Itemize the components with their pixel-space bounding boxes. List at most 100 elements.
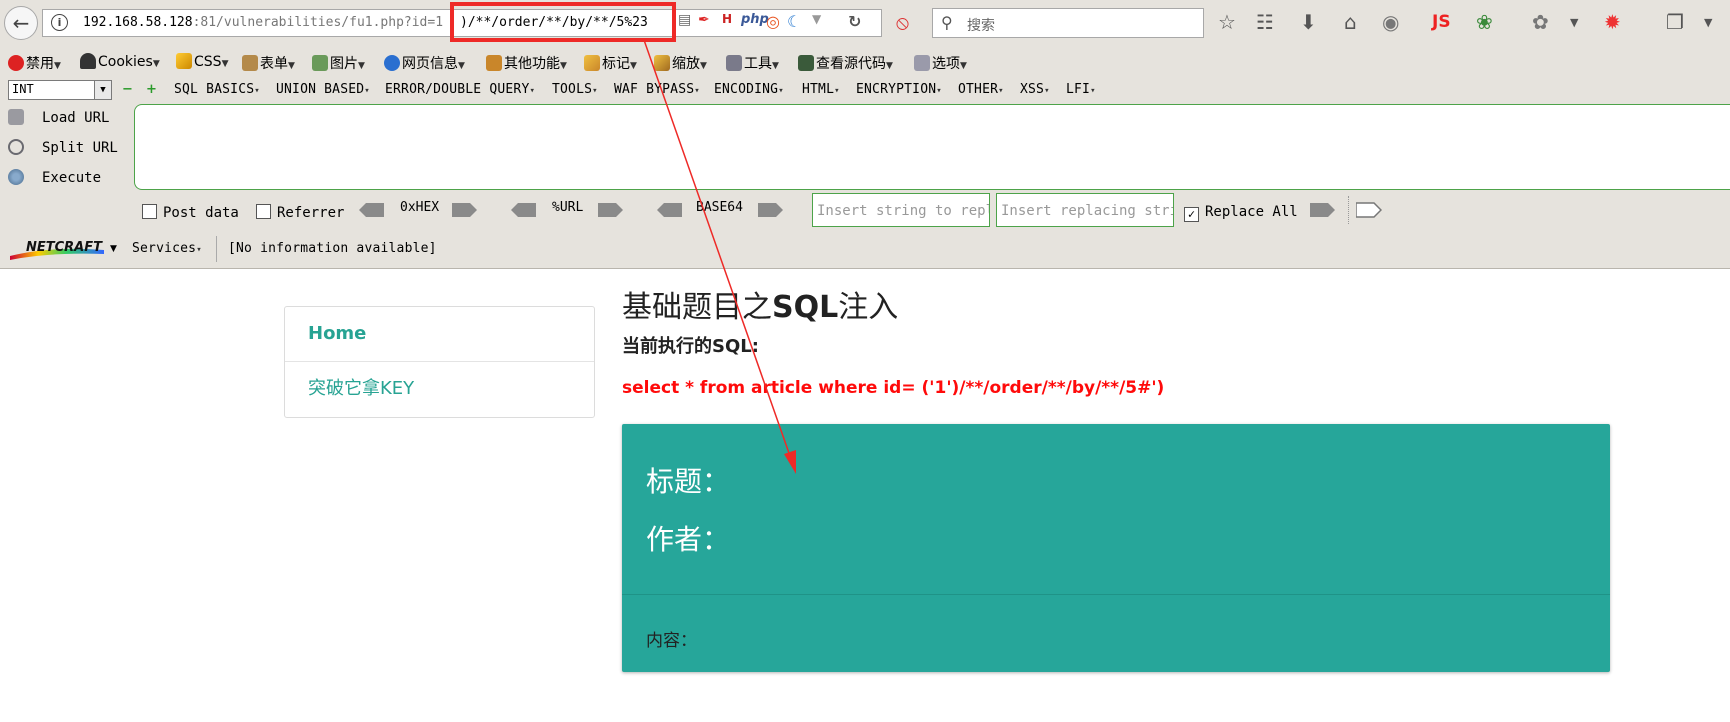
split-url-button[interactable]: Split URL <box>8 139 118 156</box>
card-divider <box>622 594 1610 595</box>
resize-icon <box>654 55 670 71</box>
view-source-icon <box>798 55 814 71</box>
highlight-box <box>450 2 676 42</box>
overflow-dropdown-icon[interactable]: ▼ <box>1704 16 1712 29</box>
caret-icon: ▼ <box>358 61 365 71</box>
decrease-icon[interactable]: − <box>122 82 133 97</box>
url-decode-arrow-icon[interactable] <box>510 202 536 218</box>
menu-error-double-query[interactable]: ERROR/DOUBLE QUERY▾ <box>385 82 535 97</box>
home-icon[interactable]: ⌂ <box>1344 10 1357 34</box>
post-data-label: Post data <box>163 205 239 221</box>
increase-icon[interactable]: + <box>146 82 157 97</box>
menu-tools[interactable]: 工具▼ <box>726 53 779 73</box>
menu-label: 标记 <box>602 56 630 72</box>
menu-waf-bypass[interactable]: WAF BYPASS▾ <box>614 82 700 97</box>
caret-icon: ▼ <box>560 61 567 71</box>
hackbar-icon[interactable]: H <box>722 12 732 26</box>
menu-sql-basics[interactable]: SQL BASICS▾ <box>174 82 260 97</box>
web-developer-toolbar: 禁用▼ Cookies▼ CSS▼ 表单▼ 图片▼ 网页信息▼ 其他功能▼ 标记… <box>0 50 1730 74</box>
search-box[interactable]: ⚲ 搜索 <box>932 8 1204 38</box>
moon-icon[interactable]: ☾ <box>787 12 801 31</box>
page-tools-icon[interactable]: ❐ <box>1666 10 1684 34</box>
netcraft-logo[interactable]: NETCRAFT <box>10 240 104 260</box>
menu-page-info[interactable]: 网页信息▼ <box>384 53 465 73</box>
forms-icon <box>242 55 258 71</box>
block-icon[interactable]: ⦸ <box>896 10 909 34</box>
palette-icon[interactable]: ✿ <box>1532 10 1549 34</box>
info-icon[interactable]: i <box>51 14 68 31</box>
pencil-icon <box>584 55 600 71</box>
menu-misc[interactable]: 其他功能▼ <box>486 53 567 73</box>
menu-forms[interactable]: 表单▼ <box>242 53 295 73</box>
menu-encryption[interactable]: ENCRYPTION▾ <box>856 82 942 97</box>
insert-replacing-input[interactable]: Insert replacing string <box>996 193 1174 227</box>
bookmark-star-icon[interactable]: ☆ <box>1218 10 1236 34</box>
menu-html[interactable]: HTML▾ <box>802 82 840 97</box>
menu-options[interactable]: 选项▼ <box>914 53 967 73</box>
menu-view-source[interactable]: 查看源代码▼ <box>798 53 893 73</box>
execute-button[interactable]: Execute <box>8 169 101 186</box>
replace-apply-arrow-icon[interactable] <box>1356 202 1382 218</box>
title-prefix: 基础题目之 <box>622 290 772 325</box>
menu-label: ENCODING <box>714 82 779 97</box>
referrer-label: Referrer <box>277 205 345 221</box>
colorzilla-icon[interactable]: ❀ <box>1476 10 1493 34</box>
caret-icon: ▼ <box>960 61 967 71</box>
url-label: %URL <box>552 200 584 215</box>
base64-decode-arrow-icon[interactable] <box>656 202 682 218</box>
scissors-icon <box>8 139 24 155</box>
firebug-icon[interactable]: ✹ <box>1604 10 1621 34</box>
netcraft-dropdown-icon[interactable]: ▼ <box>110 244 117 254</box>
menu-cookies[interactable]: Cookies▼ <box>80 53 160 70</box>
ubuntu-icon[interactable]: ◎ <box>766 12 780 31</box>
url-encode-arrow-icon[interactable] <box>598 202 624 218</box>
menu-dropdown-icon[interactable]: ▼ <box>1570 16 1578 29</box>
services-menu[interactable]: Services▾ <box>132 241 202 256</box>
load-url-icon <box>8 109 24 125</box>
hex-decode-arrow-icon[interactable] <box>358 202 384 218</box>
menu-outline[interactable]: 标记▼ <box>584 53 637 73</box>
menu-xss[interactable]: XSS▾ <box>1020 82 1050 97</box>
caret-icon: ▼ <box>152 59 160 69</box>
options-icon <box>914 55 930 71</box>
menu-disable[interactable]: 禁用▼ <box>8 53 61 73</box>
js-icon[interactable]: JS <box>1432 12 1451 32</box>
menu-label: 网页信息 <box>402 56 458 72</box>
url-path: :81/vulnerabilities/fu1.php?id=1 <box>192 15 444 30</box>
menu-union-based[interactable]: UNION BASED▾ <box>276 82 370 97</box>
caret-icon: ▾ <box>998 86 1004 96</box>
hackbar-menubar: INT ▼ − + SQL BASICS▾ UNION BASED▾ ERROR… <box>0 80 1730 100</box>
back-button[interactable]: ← <box>4 6 38 40</box>
globe-icon[interactable]: ◉ <box>1382 10 1399 34</box>
hackbar-url-textarea[interactable] <box>134 104 1730 190</box>
reading-list-icon[interactable]: ☷ <box>1256 10 1274 34</box>
menu-encoding[interactable]: ENCODING▾ <box>714 82 784 97</box>
type-select[interactable]: INT ▼ <box>8 80 112 100</box>
reload-icon[interactable]: ↻ <box>848 12 861 31</box>
menu-other[interactable]: OTHER▾ <box>958 82 1004 97</box>
post-data-checkbox[interactable]: Post data <box>142 204 239 221</box>
menu-tools-hack[interactable]: TOOLS▾ <box>552 82 598 97</box>
load-url-button[interactable]: Load URL <box>8 109 109 126</box>
menu-lfi[interactable]: LFI▾ <box>1066 82 1096 97</box>
dropdown-icon[interactable]: ▼ <box>812 12 821 26</box>
referrer-checkbox[interactable]: Referrer <box>256 204 344 221</box>
menu-resize[interactable]: 缩放▼ <box>654 53 707 73</box>
menu-images[interactable]: 图片▼ <box>312 53 365 73</box>
nav-get-key[interactable]: 突破它拿KEY <box>285 362 594 416</box>
replace-all-checkbox[interactable]: ✓ Replace All <box>1184 204 1298 222</box>
feather-icon[interactable]: ✒ <box>698 12 710 28</box>
insert-string-input[interactable]: Insert string to replace <box>812 193 990 227</box>
hex-encode-arrow-icon[interactable] <box>452 202 478 218</box>
menu-css[interactable]: CSS▼ <box>176 53 228 70</box>
replace-arrow-icon[interactable] <box>1310 202 1336 218</box>
caret-icon: ▼ <box>630 61 637 71</box>
base64-encode-arrow-icon[interactable] <box>758 202 784 218</box>
page-icon[interactable]: ▤ <box>678 12 691 28</box>
php-icon[interactable]: php <box>741 12 769 27</box>
menu-label: 查看源代码 <box>816 56 886 72</box>
toolbar-separator <box>1348 196 1350 224</box>
download-icon[interactable]: ⬇ <box>1300 10 1317 34</box>
nav-home[interactable]: Home <box>285 307 594 362</box>
back-arrow-icon: ← <box>12 11 30 35</box>
